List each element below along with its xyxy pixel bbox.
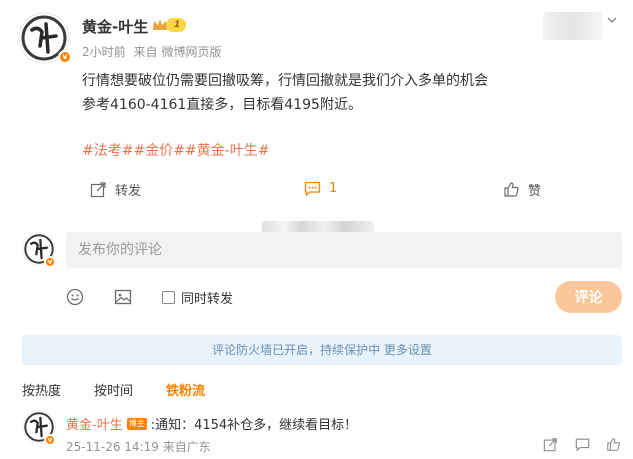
- follow-area-blurred[interactable]: [543, 12, 603, 40]
- submit-comment-button[interactable]: 评论: [555, 281, 622, 313]
- comment-like-button[interactable]: [606, 437, 621, 456]
- comment-button[interactable]: 1: [304, 180, 337, 197]
- post-meta: 2小时前 来自 微博网页版: [82, 43, 226, 60]
- repost-icon: [543, 438, 557, 452]
- chevron-down-icon[interactable]: [606, 14, 618, 29]
- verified-badge-icon: v: [44, 256, 56, 268]
- emoji-icon: [66, 288, 84, 306]
- comment-location: 来自广东: [162, 440, 211, 454]
- comment-author[interactable]: 黄金-叶生: [66, 414, 123, 433]
- post-source: 微博网页版: [161, 45, 222, 59]
- comment-count: 1: [329, 181, 338, 196]
- level-badge: 1: [152, 18, 187, 32]
- verified-badge-icon: v: [58, 50, 72, 64]
- post-content: 行情想要破位仍需要回撤吸筹，行情回撤就是我们介入多单的机会 参考4160-416…: [82, 69, 582, 117]
- like-label: 赞: [528, 184, 542, 199]
- comment-repost-button[interactable]: [543, 437, 558, 456]
- comment-input[interactable]: 发布你的评论: [66, 232, 622, 268]
- comment-line: 黄金-叶生 博主 :通知：4154补仓多，继续看目标！: [66, 414, 357, 433]
- post-tags[interactable]: #法考##金价##黄金-叶生#: [82, 140, 269, 160]
- image-icon: [114, 289, 132, 305]
- repost-label: 转发: [115, 184, 142, 199]
- comment-icon: [575, 438, 590, 452]
- sort-tab-time[interactable]: 按时间: [94, 380, 133, 399]
- post-text-line: 行情想要破位仍需要回撤吸筹，行情回撤就是我们介入多单的机会: [82, 73, 488, 89]
- sort-tab-fans[interactable]: 铁粉流: [166, 380, 205, 399]
- post-time[interactable]: 2小时前: [82, 45, 126, 59]
- firewall-notice[interactable]: 评论防火墙已开启，持续保护中 更多设置: [22, 335, 622, 365]
- post-author-name[interactable]: 黄金-叶生: [82, 16, 148, 37]
- comment-icon: [304, 181, 321, 197]
- repost-icon: [90, 182, 106, 198]
- author-badge: 博主: [126, 417, 147, 430]
- repost-button[interactable]: 转发: [90, 180, 141, 199]
- comment-text: :通知：4154补仓多，继续看目标！: [150, 418, 358, 433]
- repost-checkbox[interactable]: 同时转发: [162, 288, 233, 307]
- post-source-prefix: 来自: [133, 45, 158, 59]
- image-upload-button[interactable]: [114, 288, 132, 310]
- level-number: 1: [166, 18, 187, 32]
- comment-reply-button[interactable]: [575, 437, 590, 456]
- checkbox-box[interactable]: [162, 291, 175, 304]
- comment-date: 25-11-26 14:19: [66, 440, 159, 454]
- emoji-button[interactable]: [66, 288, 84, 310]
- repost-checkbox-label: 同时转发: [181, 292, 234, 307]
- like-button[interactable]: 赞: [503, 180, 541, 199]
- thumbs-up-icon: [607, 438, 620, 451]
- thumbs-up-icon: [504, 182, 519, 197]
- sort-tab-hot[interactable]: 按热度: [22, 380, 61, 399]
- post-actions: 转发 1 赞: [0, 180, 633, 202]
- post-text-line: 参考4160-4161直接多，目标看4195附近。: [82, 97, 362, 113]
- verified-badge-icon: v: [44, 434, 56, 446]
- comment-meta: 25-11-26 14:19 来自广东: [66, 438, 211, 455]
